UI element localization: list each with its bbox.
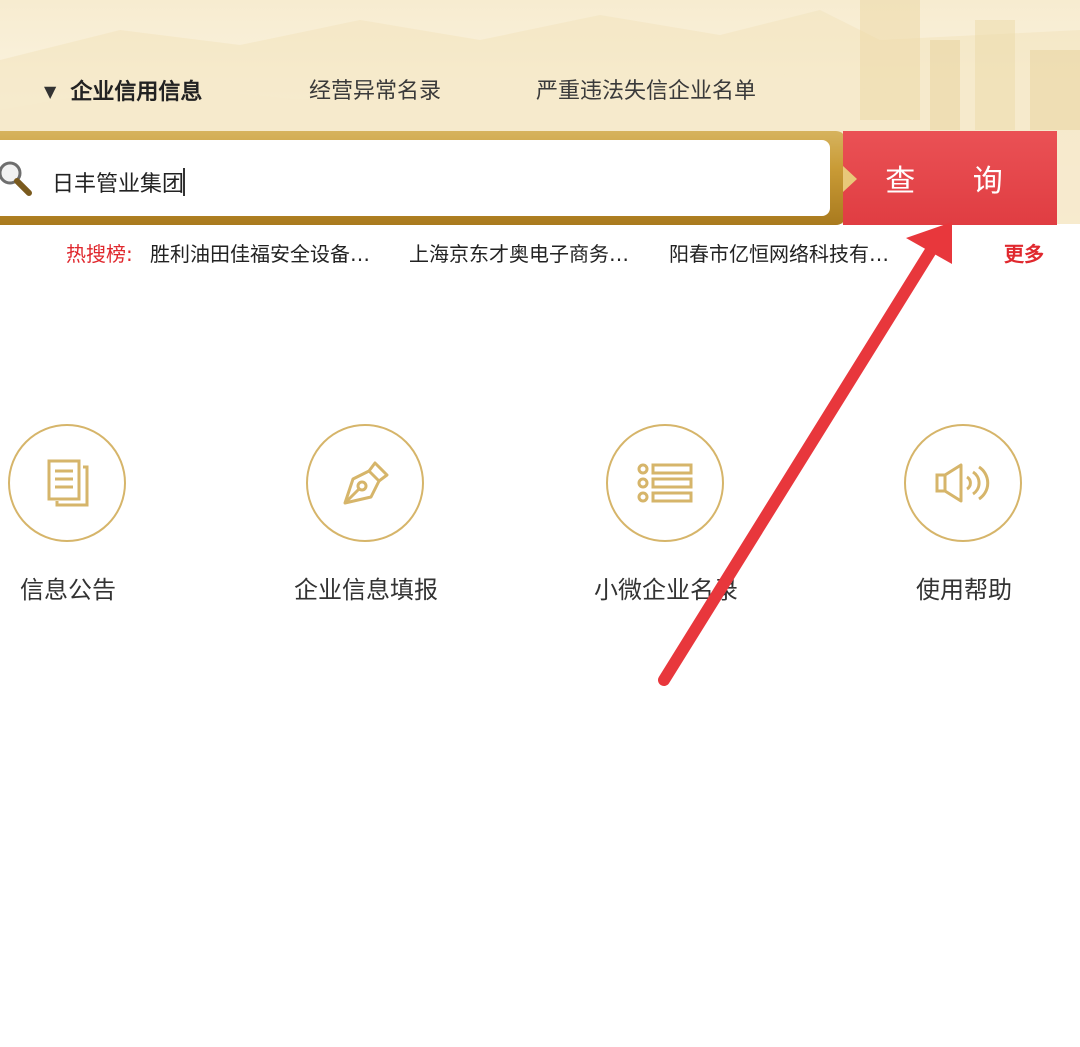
feature-label: 小微企业名录 [594, 576, 738, 604]
hot-search-item[interactable]: 上海京东才奥电子商务… [409, 236, 629, 272]
document-icon [47, 459, 89, 507]
triangle-down-icon: ▼ [44, 82, 57, 101]
tab-dishonest-list[interactable]: 严重违法失信企业名单 [536, 72, 756, 112]
feature-label: 信息公告 [20, 576, 116, 604]
query-button-notch [843, 166, 857, 192]
feature-icon-circle [8, 424, 126, 542]
feature-small-business-list[interactable]: 小微企业名录 [586, 424, 746, 614]
hot-search-label: 热搜榜: [66, 242, 133, 266]
feature-usage-help[interactable]: 使用帮助 [884, 424, 1044, 614]
feature-icon-circle [306, 424, 424, 542]
search-icon [0, 161, 32, 196]
feature-enterprise-report[interactable]: 企业信息填报 [286, 424, 446, 614]
more-link[interactable]: 更多 [1004, 236, 1044, 272]
speaker-icon [935, 463, 990, 503]
top-tabs: ▼ 企业信用信息 经营异常名录 严重违法失信企业名单 [0, 72, 1080, 112]
query-button[interactable]: 查 询 [843, 131, 1057, 225]
feature-label: 企业信息填报 [294, 576, 438, 604]
tab-abnormal-list[interactable]: 经营异常名录 [309, 72, 441, 112]
tab-label: 企业信用信息 [70, 80, 203, 105]
pen-icon [343, 461, 389, 505]
hot-search-item[interactable]: 阳春市亿恒网络科技有… [669, 236, 889, 272]
search-input[interactable] [52, 160, 792, 204]
text-caret [183, 168, 185, 196]
feature-info-notice[interactable]: 信息公告 [0, 424, 148, 614]
feature-icon-circle [904, 424, 1022, 542]
list-icon [637, 463, 693, 503]
hot-search-bar: 热搜榜: 胜利油田佳福安全设备… 上海京东才奥电子商务… 阳春市亿恒网络科技有…… [0, 236, 1080, 272]
tab-enterprise-credit[interactable]: ▼ 企业信用信息 [44, 72, 202, 113]
feature-icon-circle [606, 424, 724, 542]
feature-label: 使用帮助 [916, 576, 1012, 604]
hot-search-item[interactable]: 胜利油田佳福安全设备… [150, 236, 370, 272]
